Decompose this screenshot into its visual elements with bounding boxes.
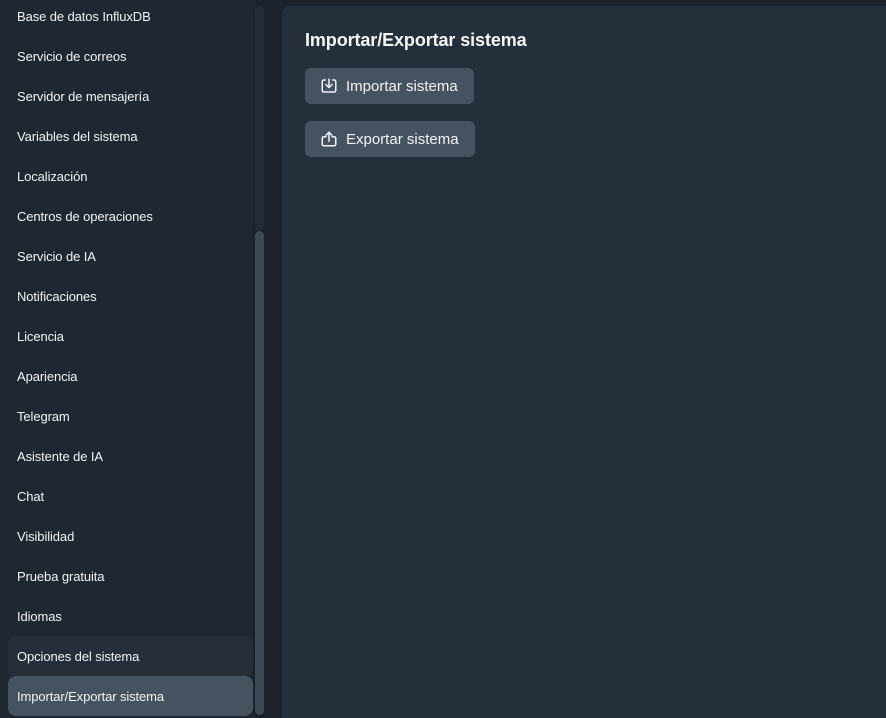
sidebar-item-label: Asistente de IA [17, 448, 103, 464]
sidebar-item-label: Licencia [17, 328, 64, 344]
sidebar-item-label: Servidor de mensajería [17, 88, 150, 104]
sidebar-item-label: Chat [17, 488, 45, 504]
sidebar-item-label: Variables del sistema [17, 128, 138, 144]
sidebar-item-system-variables[interactable]: Variables del sistema [8, 116, 253, 156]
export-system-button[interactable]: Exportar sistema [305, 121, 475, 157]
sidebar-item-visibility[interactable]: Visibilidad [8, 516, 253, 556]
sidebar-item-mail-service[interactable]: Servicio de correos [8, 36, 253, 76]
export-system-label: Exportar sistema [346, 130, 459, 148]
sidebar-item-label: Servicio de IA [17, 248, 96, 264]
main-panel: Importar/Exportar sistema Importar siste… [282, 6, 886, 718]
export-icon [320, 130, 338, 148]
sidebar-item-influxdb[interactable]: Base de datos InfluxDB [8, 0, 253, 36]
sidebar-item-operation-centers[interactable]: Centros de operaciones [8, 196, 253, 236]
sidebar-item-label: Idiomas [17, 608, 62, 624]
sidebar-item-localization[interactable]: Localización [8, 156, 253, 196]
sidebar-item-label: Apariencia [17, 368, 78, 384]
sidebar-scrollbar-thumb[interactable] [255, 231, 264, 715]
sidebar-item-notifications[interactable]: Notificaciones [8, 276, 253, 316]
sidebar-item-label: Localización [17, 168, 88, 184]
sidebar-item-telegram[interactable]: Telegram [8, 396, 253, 436]
sidebar-item-label: Telegram [17, 408, 70, 424]
sidebar-item-messaging-server[interactable]: Servidor de mensajería [8, 76, 253, 116]
sidebar-item-label: Prueba gratuita [17, 568, 105, 584]
app-window: Base de datos InfluxDB Servicio de corre… [0, 0, 886, 718]
sidebar-item-ai-assistant[interactable]: Asistente de IA [8, 436, 253, 476]
import-system-label: Importar sistema [346, 77, 458, 95]
sidebar-item-label: Base de datos InfluxDB [17, 8, 151, 24]
page-title: Importar/Exportar sistema [305, 30, 527, 50]
sidebar-item-license[interactable]: Licencia [8, 316, 253, 356]
sidebar-item-label: Importar/Exportar sistema [17, 688, 165, 704]
import-icon [320, 77, 338, 95]
sidebar-item-languages[interactable]: Idiomas [8, 596, 253, 636]
import-system-button[interactable]: Importar sistema [305, 68, 474, 104]
sidebar-item-ai-service[interactable]: Servicio de IA [8, 236, 253, 276]
sidebar-item-system-options[interactable]: Opciones del sistema [8, 636, 253, 676]
sidebar-list: Base de datos InfluxDB Servicio de corre… [0, 0, 256, 716]
sidebar-item-label: Centros de operaciones [17, 208, 153, 224]
sidebar-item-label: Visibilidad [17, 528, 75, 544]
sidebar-item-free-trial[interactable]: Prueba gratuita [8, 556, 253, 596]
sidebar-item-label: Notificaciones [17, 288, 97, 304]
sidebar-item-label: Opciones del sistema [17, 648, 140, 664]
sidebar: Base de datos InfluxDB Servicio de corre… [0, 0, 256, 718]
sidebar-item-import-export[interactable]: Importar/Exportar sistema [8, 676, 253, 716]
sidebar-item-label: Servicio de correos [17, 48, 127, 64]
sidebar-item-chat[interactable]: Chat [8, 476, 253, 516]
sidebar-item-appearance[interactable]: Apariencia [8, 356, 253, 396]
sidebar-scrollbar-upper [255, 6, 264, 231]
